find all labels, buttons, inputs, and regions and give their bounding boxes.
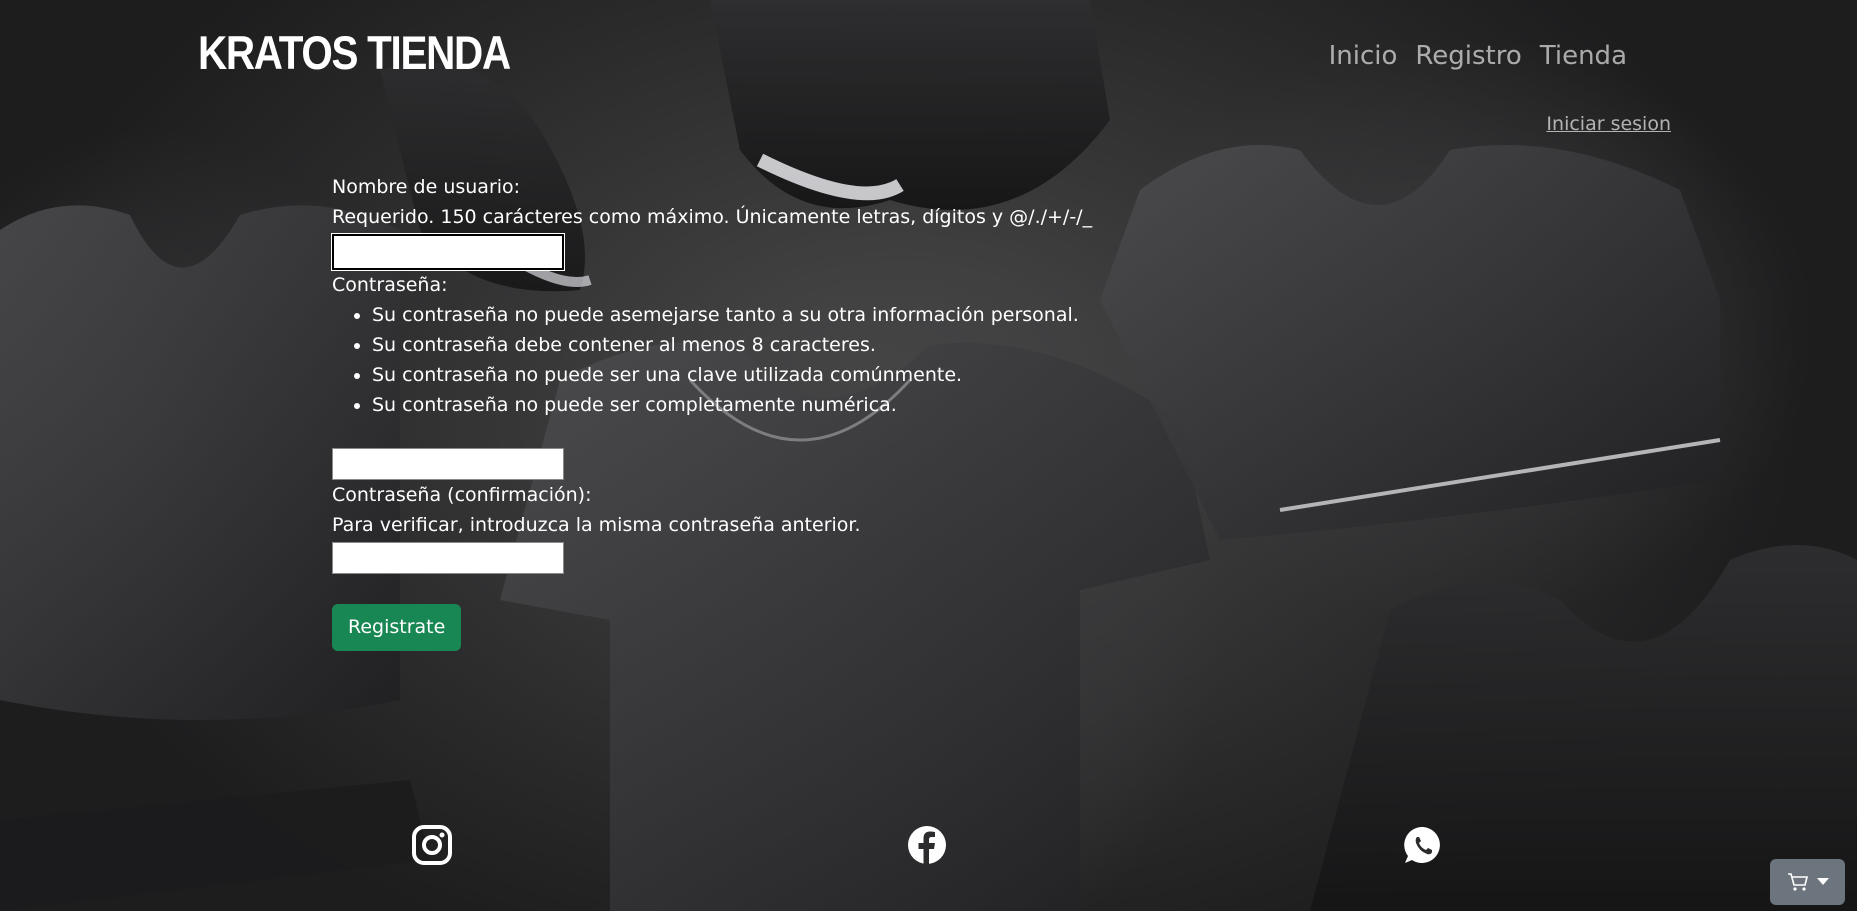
password-rule: Su contraseña no puede asemejarse tanto …	[372, 300, 1092, 330]
whatsapp-icon[interactable]	[1402, 824, 1444, 866]
password-rule: Su contraseña no puede ser completamente…	[372, 390, 1092, 420]
confirm-password-input[interactable]	[332, 542, 564, 574]
brand-logo[interactable]: KRATOS TIENDA	[198, 25, 511, 81]
nav-inicio[interactable]: Inicio	[1329, 38, 1398, 74]
username-label: Nombre de usuario:	[332, 176, 521, 198]
cart-icon	[1787, 873, 1808, 891]
password-input[interactable]	[332, 448, 564, 480]
caret-down-icon	[1816, 878, 1829, 885]
nav-tienda[interactable]: Tienda	[1540, 38, 1627, 74]
password-rule: Su contraseña no puede ser una clave uti…	[372, 360, 1092, 390]
main-nav: Inicio Registro Tienda	[1329, 38, 1627, 74]
register-button[interactable]: Registrate	[332, 604, 462, 651]
facebook-icon[interactable]	[906, 824, 948, 866]
confirm-password-help: Para verificar, introduzca la misma cont…	[332, 514, 861, 536]
nav-registro[interactable]: Registro	[1415, 38, 1521, 74]
registration-form: Nombre de usuario: Requerido. 150 caráct…	[331, 172, 1093, 651]
password-label: Contraseña:	[332, 274, 448, 296]
password-rules: Su contraseña no puede asemejarse tanto …	[332, 300, 1092, 420]
login-link[interactable]: Iniciar sesion	[1546, 113, 1671, 135]
password-rule: Su contraseña debe contener al menos 8 c…	[372, 330, 1092, 360]
cart-dropdown-button[interactable]	[1770, 859, 1845, 905]
instagram-icon[interactable]	[411, 824, 453, 866]
username-help: Requerido. 150 carácteres como máximo. Ú…	[332, 206, 1093, 228]
confirm-password-label: Contraseña (confirmación):	[332, 484, 592, 506]
username-input[interactable]	[331, 233, 565, 271]
